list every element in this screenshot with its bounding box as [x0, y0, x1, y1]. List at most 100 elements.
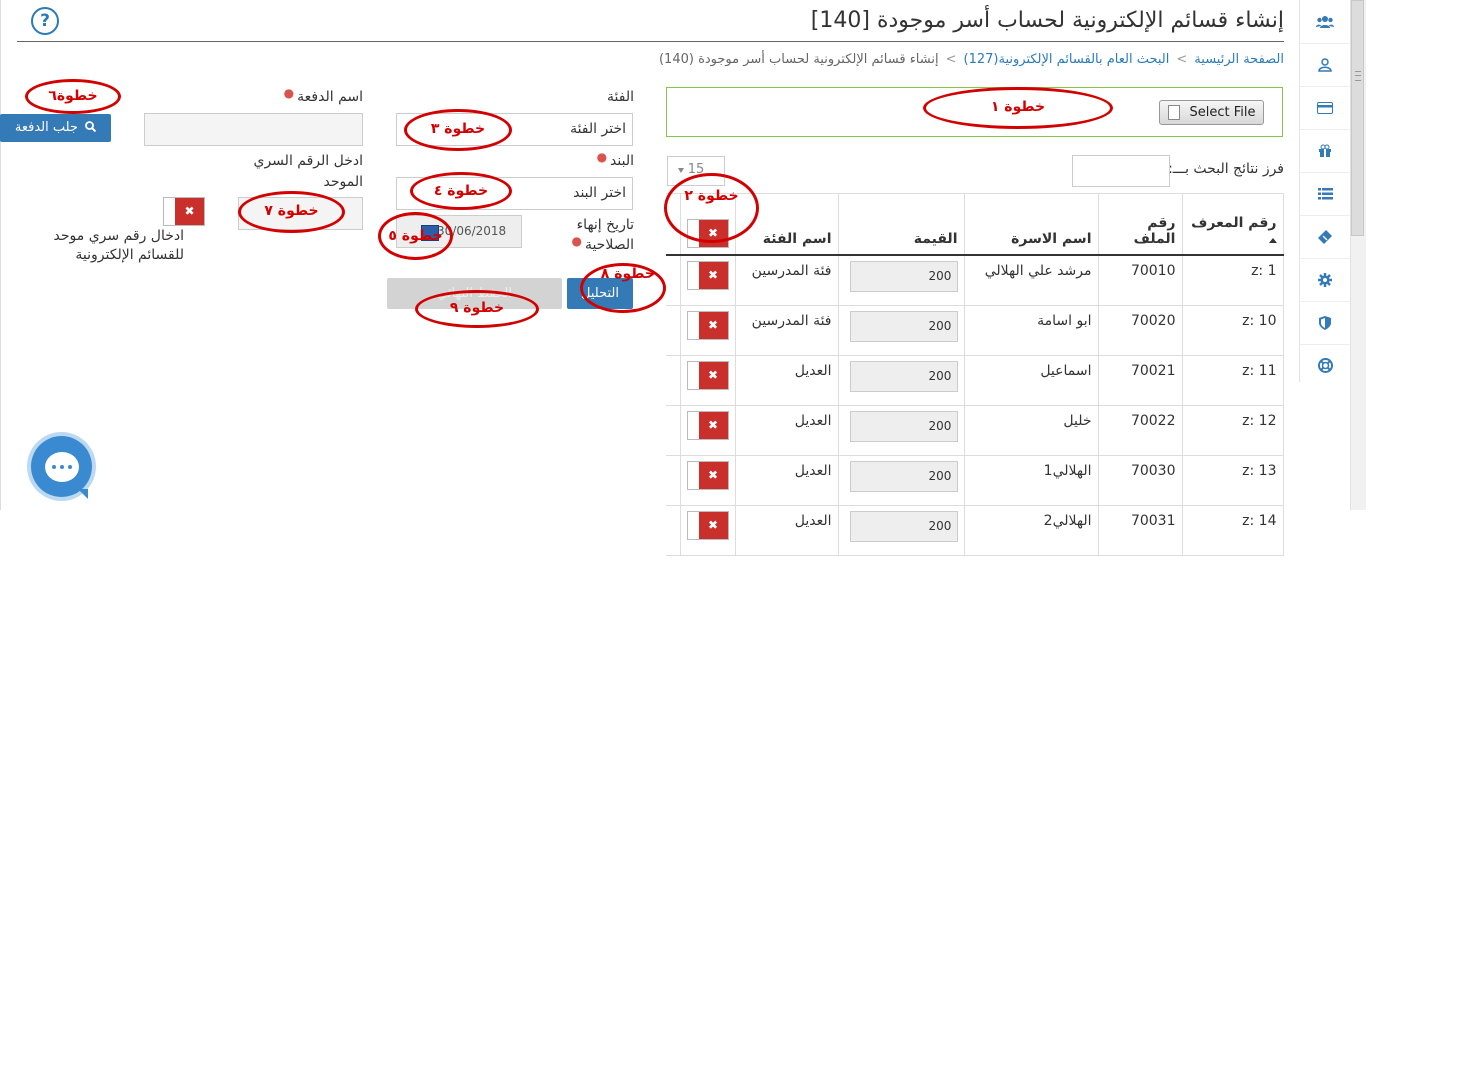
cell-category: العديل — [734, 455, 839, 506]
cell-family-name: الهلالي2 — [963, 505, 1099, 556]
batch-name-label: اسم الدفعة● — [283, 86, 363, 105]
cell-category: فئة المدرسين — [734, 254, 839, 306]
annotation-step-5: خطوة ٥ — [378, 212, 453, 260]
cell-file-number: 70030 — [1097, 455, 1183, 506]
cell-file-number: 70010 — [1097, 254, 1183, 306]
breadcrumb-home[interactable]: الصفحة الرئيسية — [1194, 52, 1284, 67]
cell-id: z: 13 — [1181, 455, 1284, 506]
annotation-step-7: خطوة ٧ — [238, 191, 345, 233]
close-icon: ✖ — [698, 512, 728, 539]
cell-value: 200 — [837, 355, 965, 406]
grip-icon — [1355, 71, 1361, 81]
scrollbar-thumb[interactable] — [1351, 0, 1364, 236]
column-header-file: رقم الملف — [1097, 193, 1183, 256]
annotation-step-8: خطوة ٨ — [580, 263, 666, 313]
ticket-icon[interactable] — [1300, 215, 1350, 259]
batch-name-label-text: اسم الدفعة — [297, 89, 363, 105]
row-select-toggle[interactable]: ✖ — [686, 511, 729, 540]
select-file-label: Select File — [1189, 105, 1256, 120]
close-icon: ✖ — [698, 312, 728, 339]
annotation-step-4: خطوة ٤ — [410, 172, 512, 210]
gear-icon[interactable] — [1300, 258, 1350, 302]
annotation-step-3: خطوة ٣ — [404, 109, 512, 151]
cell-id: z: 12 — [1181, 405, 1284, 456]
unified-pin-toggle[interactable]: ✖ — [163, 197, 205, 226]
value-input[interactable]: 200 — [849, 361, 958, 392]
chat-button[interactable] — [31, 436, 92, 499]
gift-icon[interactable] — [1300, 129, 1350, 173]
column-header-label: رقم الملف — [1133, 215, 1176, 247]
cell-id: z: 14 — [1181, 505, 1284, 556]
cell-family-name: ابو اسامة — [963, 305, 1099, 356]
sort-asc-icon — [1268, 238, 1277, 243]
cell-id: z: 11 — [1181, 355, 1284, 406]
cell-edge — [666, 455, 681, 506]
table-row: z: 11 70021 اسماعيل 200 العديل ✖ — [666, 355, 1284, 406]
row-select-toggle[interactable]: ✖ — [686, 411, 729, 440]
required-marker: ● — [283, 86, 295, 100]
cell-family-name: الهلالي1 — [963, 455, 1099, 506]
row-select-toggle[interactable]: ✖ — [686, 311, 729, 340]
column-header-id[interactable]: رقم المعرف — [1181, 193, 1284, 256]
row-select-toggle[interactable]: ✖ — [686, 461, 729, 490]
cell-id: z: 10 — [1181, 305, 1284, 356]
unified-pin-label: ادخال رقم سري موحد — [53, 228, 184, 244]
cell-file-number: 70031 — [1097, 505, 1183, 556]
chat-bubble-tail — [78, 489, 88, 499]
cell-family-name: خليل — [963, 405, 1099, 456]
table-row: z: 13 70030 الهلالي1 200 العديل ✖ — [666, 455, 1284, 506]
cell-category: العديل — [734, 355, 839, 406]
row-select-toggle[interactable]: ✖ — [686, 261, 729, 290]
cell-select: ✖ — [679, 455, 736, 506]
close-icon: ✖ — [698, 462, 728, 489]
cell-file-number: 70021 — [1097, 355, 1183, 406]
annotation-step-9: خطوة ٩ — [415, 290, 539, 328]
value-input[interactable]: 200 — [849, 461, 958, 492]
cell-edge — [666, 355, 681, 406]
fetch-batch-button[interactable]: جلب الدفعة — [0, 114, 111, 142]
cell-edge — [666, 254, 681, 306]
select-file-button[interactable]: Select File — [1159, 100, 1264, 125]
shield-icon[interactable] — [1300, 301, 1350, 345]
pin-label: ادخل الرقم السري — [253, 153, 364, 169]
batch-name-input[interactable] — [144, 113, 363, 146]
annotation-step-2: خطوة ٢ — [664, 173, 759, 243]
table-row: z: 14 70031 الهلالي2 200 العديل ✖ — [666, 505, 1284, 556]
title-divider — [17, 41, 1284, 42]
cell-select: ✖ — [679, 355, 736, 406]
pin-label-2: الموحد — [323, 174, 363, 190]
fetch-batch-label: جلب الدفعة — [14, 120, 78, 135]
sidebar — [1299, 0, 1350, 382]
breadcrumb-search[interactable]: البحث العام بالقسائم الإلكترونية(127) — [964, 52, 1170, 67]
lifebuoy-icon[interactable] — [1300, 344, 1350, 387]
cell-edge — [666, 505, 681, 556]
table-row: z: 1 70010 مرشد علي الهلالي 200 فئة المدرسين… — [666, 254, 1284, 306]
value-input[interactable]: 200 — [849, 261, 958, 292]
expiry-label-line2: الصلاحية — [584, 237, 634, 253]
cell-family-name: اسماعيل — [963, 355, 1099, 406]
list-icon[interactable] — [1300, 172, 1350, 216]
cell-family-name: مرشد علي الهلالي — [963, 254, 1099, 306]
value-input[interactable]: 200 — [849, 311, 958, 342]
file-icon — [1168, 105, 1180, 120]
cell-file-number: 70022 — [1097, 405, 1183, 456]
chat-icon — [44, 451, 79, 482]
category-label: الفئة — [607, 89, 634, 105]
close-icon: ✖ — [698, 412, 728, 439]
value-input[interactable]: 200 — [849, 411, 958, 442]
card-icon[interactable] — [1300, 86, 1350, 130]
cell-category: العديل — [734, 505, 839, 556]
value-input[interactable]: 200 — [849, 511, 958, 542]
cell-category: فئة المدرسين — [734, 305, 839, 356]
cell-edge — [666, 305, 681, 356]
user-icon[interactable] — [1300, 43, 1350, 87]
page-title: إنشاء قسائم الإلكترونية لحساب أسر موجودة… — [810, 8, 1284, 33]
cell-value: 200 — [837, 254, 965, 306]
help-icon[interactable]: ? — [31, 7, 59, 35]
sort-input[interactable] — [1072, 155, 1170, 187]
row-select-toggle[interactable]: ✖ — [686, 361, 729, 390]
breadcrumb-separator: > — [1176, 52, 1188, 67]
table-row: z: 12 70022 خليل 200 العديل ✖ — [666, 405, 1284, 456]
cell-edge — [666, 405, 681, 456]
users-icon[interactable] — [1300, 0, 1350, 44]
